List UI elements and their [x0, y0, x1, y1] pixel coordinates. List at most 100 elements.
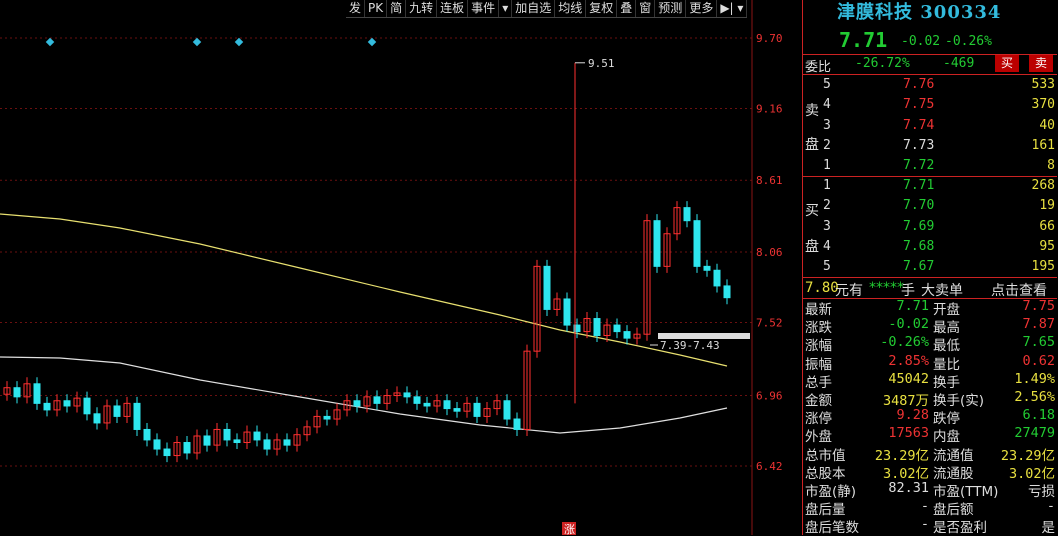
ask-level: 4 — [823, 97, 831, 113]
stat-row: 最新 7.71 开盘 7.75 — [803, 298, 1057, 318]
weibi-pct: -26.72% — [855, 56, 910, 71]
toolbar-arrow-icon[interactable]: ▶| ▾ — [717, 0, 748, 17]
toolbar-item2-2[interactable]: 复权 — [586, 0, 618, 17]
big-order-hand: 手 — [901, 283, 915, 299]
toolbar-item-1[interactable]: PK — [365, 0, 388, 17]
stat-value: 7.75 — [1022, 298, 1055, 314]
event-dropdown-icon[interactable]: ▾ — [499, 0, 513, 17]
ma-line-2 — [0, 356, 728, 434]
candle-body — [723, 285, 731, 299]
candle-body — [143, 428, 151, 441]
big-order-row[interactable]: 7.80 元有 ***** 手 大卖单 点击查看 — [803, 278, 1057, 300]
candle-body — [703, 265, 711, 271]
candle-body — [253, 431, 261, 441]
last-price: 7.71 — [839, 28, 888, 52]
stat-key: 流通值 — [933, 447, 974, 464]
candle-body — [513, 418, 521, 430]
ask-level: 2 — [823, 137, 831, 153]
ask-row[interactable]: 4 7.75 370 — [803, 95, 1057, 115]
bid-row[interactable]: 1 7.71 268 — [803, 176, 1057, 196]
kline-chart[interactable]: 9.70 9.16 8.61 8.06 7.52 6.96 6.42 9.51 7.39-7.4… — [0, 0, 802, 535]
price-change: -0.02 — [901, 34, 941, 49]
sell-button[interactable]: 卖 — [1029, 55, 1053, 72]
y-tick-label: 8.06 — [756, 246, 783, 259]
candle-body — [563, 298, 571, 326]
toolbar-item2-4[interactable]: 窗 — [636, 0, 656, 17]
candle-body — [713, 269, 721, 287]
stat-value: 7.87 — [1022, 316, 1055, 333]
y-tick-label: 6.96 — [756, 390, 783, 403]
bid-row[interactable]: 5 7.67 195 — [803, 257, 1057, 277]
toolbar-item2-5[interactable]: 预测 — [655, 0, 687, 17]
stat-key: 流通股 — [933, 465, 974, 482]
candle-body — [223, 428, 231, 441]
toolbar-item-0[interactable]: 发 — [346, 0, 366, 17]
toolbar-item-4[interactable]: 连板 — [437, 0, 469, 17]
toolbar-item-3[interactable]: 九转 — [406, 0, 438, 17]
bid-row[interactable]: 3 7.69 66 — [803, 217, 1057, 237]
buy-button[interactable]: 买 — [995, 55, 1019, 72]
stat-key: 换手 — [933, 374, 960, 391]
stat-key: 最低 — [933, 338, 960, 355]
stat-value: 2.56% — [1014, 389, 1055, 405]
y-tick-label: 9.70 — [756, 32, 783, 45]
stat-value: 2.85% — [888, 352, 929, 369]
bid-level: 4 — [823, 238, 831, 254]
big-order-label: 大卖单 — [921, 283, 963, 299]
big-order-stars: ***** — [869, 280, 904, 296]
ask-volume: 533 — [1031, 77, 1055, 92]
ask-row[interactable]: 5 7.76 533 — [803, 75, 1057, 95]
bid-row[interactable]: 2 7.70 19 — [803, 196, 1057, 216]
stock-name: 津膜科技 — [837, 2, 913, 23]
candle-body — [163, 448, 171, 457]
ma-line-1 — [0, 213, 728, 367]
ask-row[interactable]: 1 7.72 8 — [803, 156, 1057, 176]
ask-price: 7.73 — [903, 137, 935, 153]
bid-volume: 66 — [1039, 218, 1055, 234]
big-order-link[interactable]: 点击查看 — [991, 280, 1047, 300]
stat-key: 涨跌 — [805, 320, 832, 337]
candle-body — [113, 405, 121, 417]
stat-row: 金额 3487万 换手(实) 2.56% — [803, 389, 1057, 409]
candle-body — [353, 400, 361, 407]
kline-svg[interactable]: 9.70 9.16 8.61 8.06 7.52 6.96 6.42 9.51 7.39-7.4… — [0, 0, 802, 535]
ask-row[interactable]: 2 7.73 161 — [803, 136, 1057, 156]
bid-level: 5 — [823, 259, 831, 275]
bid-row[interactable]: 4 7.68 95 — [803, 237, 1057, 257]
candle-body — [593, 318, 601, 337]
candle-body — [423, 402, 431, 407]
ask-row[interactable]: 3 7.74 40 — [803, 116, 1057, 136]
toolbar-item2-0[interactable]: 加自选 — [512, 0, 556, 17]
candle-body — [83, 397, 91, 415]
stat-row: 市盈(静) 82.31 市盈(TTM) 亏损 — [803, 480, 1057, 500]
stat-key: 总股本 — [805, 465, 846, 482]
stat-row: 盘后笔数 - 是否盈利 是 — [803, 516, 1057, 536]
bid-price: 7.67 — [903, 259, 935, 275]
stat-value: 3487万 — [882, 393, 929, 409]
stat-key: 最高 — [933, 320, 960, 337]
candle-body — [473, 402, 481, 417]
stat-row: 涨跌 -0.02 最高 7.87 — [803, 316, 1057, 337]
stat-row: 外盘 17563 内盘 27479 — [803, 425, 1057, 445]
candle-body — [203, 435, 211, 446]
stat-key: 换手(实) — [933, 393, 985, 409]
stat-value: - — [920, 498, 929, 515]
high-annotation-label: 9.51 — [588, 57, 615, 70]
stat-key: 涨停 — [805, 411, 832, 428]
big-order-unit: 元有 — [835, 283, 863, 299]
toolbar-item2-3[interactable]: 叠 — [617, 0, 637, 17]
bid-label-1: 买 — [805, 203, 819, 219]
stat-value: 3.02亿 — [882, 465, 929, 482]
toolbar-item2-1[interactable]: 均线 — [555, 0, 587, 17]
bid-price: 7.71 — [903, 178, 935, 193]
candle-body — [133, 402, 141, 430]
toolbar-item2-6[interactable]: 更多 — [686, 0, 718, 17]
toolbar-item-5[interactable]: 事件 — [468, 0, 500, 17]
stat-row: 盘后量 - 盘后额 - — [803, 498, 1057, 518]
toolbar-item-2[interactable]: 简 — [387, 0, 407, 17]
stat-value: 6.18 — [1022, 407, 1055, 424]
ask-level: 5 — [823, 77, 831, 92]
stat-key: 金额 — [805, 393, 832, 409]
bid-price: 7.68 — [903, 238, 935, 254]
stat-value: 是 — [1041, 520, 1056, 536]
